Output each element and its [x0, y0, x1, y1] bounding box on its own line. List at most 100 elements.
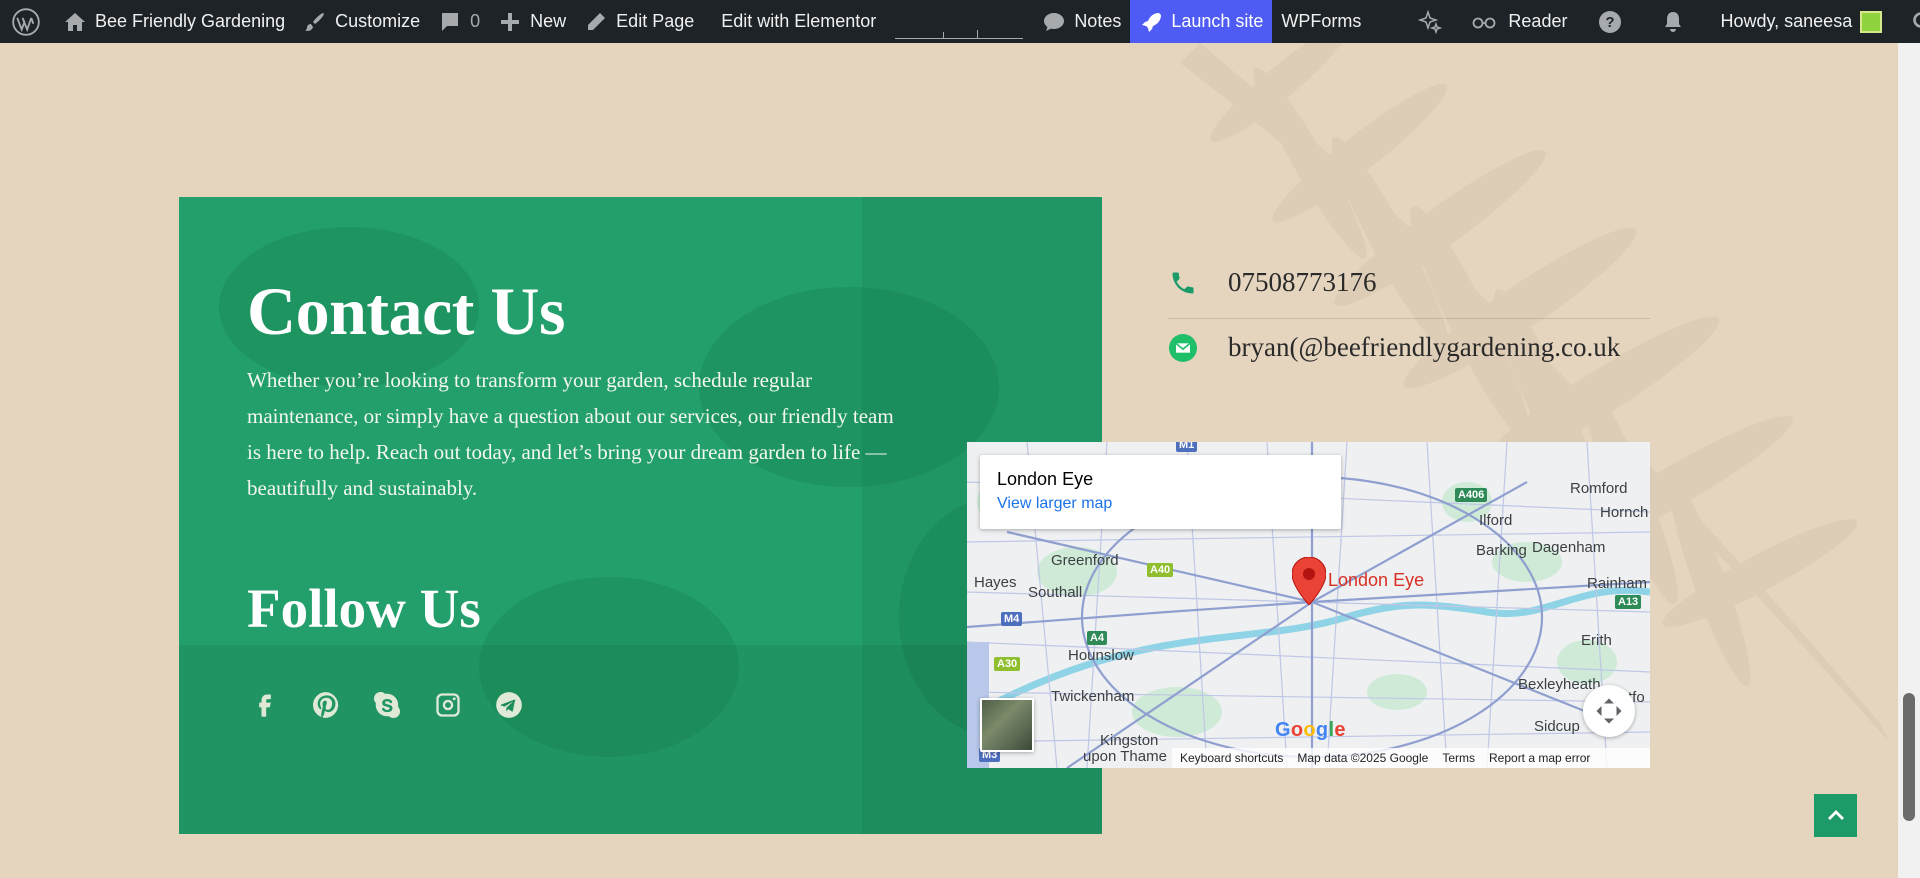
new-label: New: [530, 11, 567, 31]
email-row[interactable]: bryan(@beefriendlygardening.co.uk: [1168, 332, 1620, 363]
plus-icon: [501, 12, 520, 31]
info-divider: [1168, 318, 1650, 319]
map-label-ilford: Ilford: [1479, 512, 1513, 529]
road-a40: A40: [1147, 563, 1174, 577]
map-pin-icon[interactable]: [1292, 557, 1326, 605]
launch-site-label: Launch site: [1171, 11, 1264, 31]
map-label-erith: Erith: [1581, 632, 1612, 649]
search-button[interactable]: [1891, 0, 1920, 43]
social-links: [247, 687, 527, 723]
map-label-hayes: Hayes: [974, 574, 1017, 591]
wpforms-label: WPForms: [1281, 11, 1362, 31]
phone-row[interactable]: 07508773176: [1168, 267, 1377, 298]
map-label-twickenham: Twickenham: [1051, 688, 1135, 705]
map-camera-control[interactable]: [1583, 685, 1635, 737]
edit-page-label: Edit Page: [616, 11, 695, 31]
google-map[interactable]: London Eye View larger map Romford Hornc…: [967, 442, 1650, 768]
help-button[interactable]: ?: [1576, 0, 1639, 43]
road-a30: A30: [994, 657, 1021, 671]
instagram-link[interactable]: [430, 687, 466, 723]
page-scrollbar[interactable]: [1898, 43, 1920, 878]
facebook-icon: [259, 694, 271, 717]
avatar: [1860, 10, 1883, 33]
email-address: bryan(@beefriendlygardening.co.uk: [1228, 332, 1621, 362]
skype-icon: [374, 692, 400, 718]
road-m1: M1: [1176, 442, 1198, 452]
place-info-card: London Eye View larger map: [980, 455, 1341, 529]
map-label-hornchurch: Hornch: [1600, 504, 1649, 521]
skype-link[interactable]: [369, 687, 405, 723]
view-larger-map-link[interactable]: View larger map: [997, 495, 1324, 513]
comment-icon: [442, 12, 459, 31]
paintbrush-icon: [305, 12, 325, 31]
place-title: London Eye: [997, 469, 1094, 489]
search-icon: [1913, 11, 1920, 28]
chevron-up-icon: [1827, 809, 1844, 820]
road-m4: M4: [1001, 612, 1023, 626]
map-label-sidcup: Sidcup: [1534, 718, 1580, 735]
keyboard-shortcuts-link[interactable]: Keyboard shortcuts: [1180, 751, 1283, 765]
edit-elementor-label: Edit with Elementor: [721, 11, 877, 31]
glasses-icon: [1473, 17, 1496, 28]
map-data-attribution: Map data ©2025 Google: [1297, 751, 1429, 765]
phone-number: 07508773176: [1228, 267, 1377, 297]
map-label-southall: Southall: [1028, 584, 1083, 601]
map-label-upon-thames: upon Thame: [1083, 748, 1167, 765]
map-label-dagenham: Dagenham: [1532, 539, 1606, 556]
notes-label: Notes: [1074, 11, 1122, 31]
google-logo: Google: [1275, 719, 1346, 741]
report-map-error-link[interactable]: Report a map error: [1489, 751, 1590, 765]
contact-description: Whether you’re looking to transform your…: [247, 368, 894, 500]
sparkle-icon: [1418, 9, 1443, 34]
wpforms-link[interactable]: WPForms: [1272, 0, 1370, 43]
home-icon: [65, 12, 85, 31]
telegram-icon: [496, 692, 522, 718]
wordpress-logo-icon[interactable]: [0, 0, 54, 43]
edit-page-link[interactable]: Edit Page: [575, 0, 703, 43]
pinterest-icon: [313, 692, 339, 718]
site-name-link[interactable]: Bee Friendly Gardening: [54, 0, 294, 43]
account-menu[interactable]: Howdy, saneesa: [1702, 0, 1891, 43]
back-to-top-button[interactable]: [1814, 794, 1857, 837]
contact-title: Contact Us: [247, 273, 565, 349]
rocket-icon: [1142, 12, 1162, 32]
map-label-bexleyheath: Bexleyheath: [1518, 676, 1601, 693]
road-a406: A406: [1455, 488, 1488, 502]
telegram-link[interactable]: [491, 687, 527, 723]
edit-elementor-link[interactable]: Edit with Elementor: [703, 0, 885, 43]
admin-bar: Bee Friendly Gardening Customize 0 New E…: [0, 0, 1920, 43]
reader-link[interactable]: Reader: [1459, 0, 1576, 43]
launch-site-button[interactable]: Launch site: [1130, 0, 1273, 43]
bell-icon: [1665, 11, 1682, 32]
help-icon: ?: [1599, 10, 1622, 33]
phone-icon: [1168, 268, 1198, 298]
road-a13: A13: [1615, 595, 1642, 609]
comments-link[interactable]: 0: [429, 0, 489, 43]
map-label-kingston: Kingston: [1100, 732, 1159, 749]
terms-link[interactable]: Terms: [1442, 751, 1475, 765]
customize-link[interactable]: Customize: [294, 0, 429, 43]
map-label-romford: Romford: [1570, 480, 1628, 497]
notifications-button[interactable]: [1639, 0, 1702, 43]
map-label-hounslow: Hounslow: [1068, 647, 1134, 664]
follow-title: Follow Us: [247, 578, 481, 639]
contact-panel: Contact Us Whether you’re looking to tra…: [179, 197, 1102, 834]
howdy-label: Howdy, saneesa: [1720, 11, 1853, 31]
scrollbar-thumb[interactable]: [1903, 693, 1915, 821]
map-label-rainham: Rainham: [1587, 575, 1648, 592]
speech-bubble-icon: [1044, 12, 1065, 31]
road-a4: A4: [1087, 631, 1108, 645]
envelope-icon: [1168, 333, 1198, 363]
facebook-link[interactable]: [247, 687, 283, 723]
satellite-toggle[interactable]: [980, 698, 1034, 752]
map-label-barking: Barking: [1476, 542, 1527, 559]
ai-sparkle-button[interactable]: [1370, 0, 1459, 43]
map-label-greenford: Greenford: [1051, 552, 1119, 569]
comments-count: 0: [470, 11, 481, 31]
pinterest-link[interactable]: [308, 687, 344, 723]
notes-link[interactable]: Notes: [1033, 0, 1130, 43]
map-footer: Keyboard shortcuts Map data ©2025 Google…: [1172, 748, 1650, 768]
new-content-link[interactable]: New: [489, 0, 575, 43]
svg-text:?: ?: [1606, 14, 1615, 31]
pencil-icon: [588, 12, 606, 30]
